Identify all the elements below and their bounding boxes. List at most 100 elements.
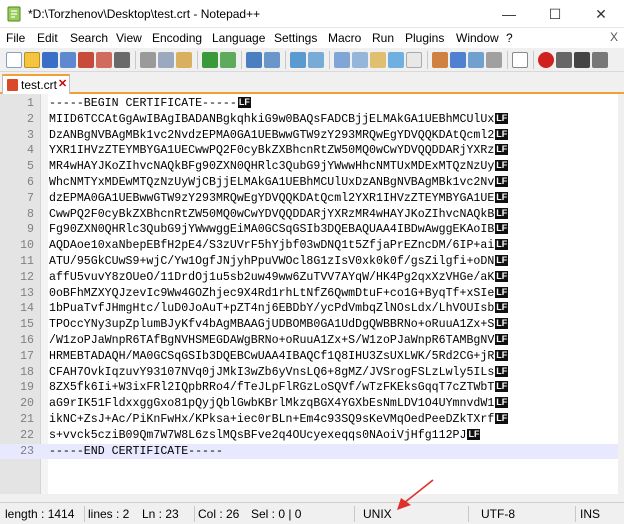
menu-macro[interactable]: Macro bbox=[328, 31, 361, 45]
run-macro-multiple-icon[interactable] bbox=[592, 52, 608, 68]
tab-close-icon[interactable]: ✕ bbox=[58, 77, 67, 90]
stop-recording-icon[interactable] bbox=[556, 52, 572, 68]
code-line[interactable]: 3 DzANBgNVBAgMBk1vc2NvdzEPMA0GA1UEBwwGTW9… bbox=[0, 128, 618, 144]
code-line[interactable]: 4 YXR1IHVzZTEYMBYGA1UECwwPQ2F0cyBkZXBhcnR… bbox=[0, 143, 618, 159]
word-wrap-icon[interactable] bbox=[370, 52, 386, 68]
line-text: aG9rIK51FldxxggGxo81pQyjQblGwbKBrlMkzqBG… bbox=[49, 397, 509, 411]
menu-encoding[interactable]: Encoding bbox=[152, 31, 202, 45]
menu-view[interactable]: View bbox=[116, 31, 142, 45]
close-button[interactable]: ✕ bbox=[578, 0, 624, 28]
line-text: MIID6TCCAtGgAwIBAgIBADANBgkqhkiG9w0BAQsF… bbox=[49, 112, 509, 126]
status-separator bbox=[84, 506, 85, 522]
close-document-x[interactable]: X bbox=[610, 30, 618, 44]
copy-icon[interactable] bbox=[158, 52, 174, 68]
line-text: YXR1IHVzZTEYMBYGA1UECwwPQ2F0cyBkZXBhcnRt… bbox=[49, 144, 509, 158]
eol-lf-marker: LF bbox=[495, 239, 509, 251]
maximize-button[interactable]: ☐ bbox=[532, 0, 578, 28]
paste-icon[interactable] bbox=[176, 52, 192, 68]
menu-edit[interactable]: Edit bbox=[37, 31, 58, 45]
code-line[interactable]: 6 WhcNMTYxMDEwMTQzNzUyWjCBjjELMAkGA1UEBhM… bbox=[0, 175, 618, 191]
find-icon[interactable] bbox=[246, 52, 262, 68]
code-line[interactable]: 9 Fg90ZXN0QHRlc3QubG9jYWwwggEiMA0GCSqGSIb… bbox=[0, 222, 618, 238]
code-line[interactable]: 7 dzEPMA0GA1UEBwwGTW9zY293MRQwEgYDVQQKDAt… bbox=[0, 191, 618, 207]
indent-guide-icon[interactable] bbox=[406, 52, 422, 68]
code-line[interactable]: 21 ikNC+ZsJ+Ac/PiKnFwHx/KPksa+iec0rBLn+Em… bbox=[0, 412, 618, 428]
code-line[interactable]: 15 TPOccYNy3upZplumBJyKfv4bAgMBAAGjUDBOMB… bbox=[0, 317, 618, 333]
code-line[interactable]: 18 CFAH7OvkIqzuvY93107NVq0jJMkI3wZb6yVnsL… bbox=[0, 365, 618, 381]
code-line[interactable]: 12 affU5vuvY8zOUeO/11DrdOj1u5sb2uw49ww6Zu… bbox=[0, 270, 618, 286]
redo-icon[interactable] bbox=[220, 52, 236, 68]
line-text: ikNC+ZsJ+Ac/PiKnFwHx/KPksa+iec0rBLn+Em4c… bbox=[49, 413, 509, 426]
line-text: -----BEGIN CERTIFICATE----- LF bbox=[49, 97, 251, 110]
close-all-icon[interactable] bbox=[96, 52, 112, 68]
close-file-icon[interactable] bbox=[78, 52, 94, 68]
code-line[interactable]: 10 AQDAoe10xaNbepEBfH2pE4/S3zUVrF5hYjbf03… bbox=[0, 238, 618, 254]
document-map-icon[interactable] bbox=[450, 52, 466, 68]
line-number: 18 bbox=[20, 365, 34, 379]
menu-window[interactable]: Window bbox=[456, 31, 499, 45]
monitoring-icon[interactable] bbox=[512, 52, 528, 68]
playback-macro-icon[interactable] bbox=[574, 52, 590, 68]
code-line[interactable]: 19 8ZX5fk6Ii+W3ixFRl2IQpbRRo4/fTeJLpFlRGz… bbox=[0, 380, 618, 396]
code-line[interactable]: 17 HRMEBTADAQH/MA0GCSqGSIb3DQEBCwUAA4IBAQ… bbox=[0, 349, 618, 365]
replace-icon[interactable] bbox=[264, 52, 280, 68]
text-editor[interactable]: 1 -----BEGIN CERTIFICATE----- LF 2 MIID6TCCA… bbox=[0, 94, 618, 494]
menu-plugins[interactable]: Plugins bbox=[405, 31, 444, 45]
folder-workspace-icon[interactable] bbox=[486, 52, 502, 68]
code-line[interactable]: 23 -----END CERTIFICATE----- bbox=[0, 443, 618, 460]
status-encoding[interactable]: UTF-8 bbox=[481, 507, 515, 521]
status-separator bbox=[194, 506, 195, 522]
code-line[interactable]: 13 0oBFhMZXYQJzevIc9Ww4GOZhjec9X4Rd1rhLtN… bbox=[0, 286, 618, 302]
tab-test-crt[interactable]: test.crt ✕ bbox=[2, 74, 70, 94]
code-line[interactable]: 20 aG9rIK51FldxxggGxo81pQyjQblGwbKBrlMkzq… bbox=[0, 396, 618, 412]
new-file-icon[interactable] bbox=[6, 52, 22, 68]
zoom-in-icon[interactable] bbox=[290, 52, 306, 68]
title-bar: *D:\Torzhenov\Desktop\test.crt - Notepad… bbox=[0, 0, 624, 28]
line-number: 12 bbox=[20, 270, 34, 284]
code-line[interactable]: 8 CwwPQ2F0cyBkZXBhcnRtZW50MQ0wCwYDVQQDDAR… bbox=[0, 207, 618, 223]
eol-lf-marker: LF bbox=[467, 428, 481, 440]
code-line[interactable]: 16/W1zoPJaWnpR6TAfBgNVHSMEGDAWgBRNo+oRuu… bbox=[0, 333, 618, 349]
eol-lf-marker: LF bbox=[237, 97, 251, 108]
code-line[interactable]: 22 s+vvck5cziB09Qm7W7W8L6zslMQsBFve2q4OUc… bbox=[0, 428, 618, 444]
line-number: 7 bbox=[27, 191, 34, 205]
menu-run[interactable]: Run bbox=[372, 31, 394, 45]
code-line[interactable]: 1 -----BEGIN CERTIFICATE----- LF bbox=[0, 96, 618, 112]
menu-search[interactable]: Search bbox=[70, 31, 108, 45]
line-number: 14 bbox=[20, 302, 34, 316]
window-title: *D:\Torzhenov\Desktop\test.crt - Notepad… bbox=[28, 7, 261, 21]
code-line[interactable]: 2 MIID6TCCAtGgAwIBAgIBADANBgkqhkiG9w0BAQs… bbox=[0, 112, 618, 128]
code-line[interactable]: 11 ATU/95GkCUwS9+wjC/Yw1OgfJNjyhPpuVWOcl8… bbox=[0, 254, 618, 270]
line-text: -----END CERTIFICATE----- bbox=[49, 444, 223, 458]
sync-horizontal-icon[interactable] bbox=[352, 52, 368, 68]
status-insert-mode[interactable]: INS bbox=[580, 507, 600, 521]
line-text: HRMEBTADAQH/MA0GCSqGSIb3DQEBCwUAA4IBAQCf… bbox=[49, 349, 509, 363]
open-file-icon[interactable] bbox=[24, 52, 40, 68]
show-all-characters-icon[interactable] bbox=[388, 52, 404, 68]
line-text: /W1zoPJaWnpR6TAfBgNVHSMEGDAWgBRNo+oRuuA1… bbox=[49, 334, 509, 347]
code-line[interactable]: 5 MR4wHAYJKoZIhvcNAQkBFg90ZXN0QHRlc3QubG9… bbox=[0, 159, 618, 175]
menu-file[interactable]: File bbox=[6, 31, 25, 45]
eol-lf-marker: LF bbox=[495, 270, 509, 282]
undo-icon[interactable] bbox=[202, 52, 218, 68]
line-text: affU5vuvY8zOUeO/11DrdOj1u5sb2uw49ww6ZuTV… bbox=[49, 270, 509, 284]
save-all-icon[interactable] bbox=[60, 52, 76, 68]
status-eol-format[interactable]: UNIX bbox=[363, 507, 392, 521]
cut-icon[interactable] bbox=[140, 52, 156, 68]
code-line[interactable]: 14 1bPuaTvfJHmgHtc/luD0JoAuT+pZT4nj6EBDbY… bbox=[0, 301, 618, 317]
line-text: ATU/95GkCUwS9+wjC/Yw1OgfJNjyhPpuVWOcl8G1… bbox=[49, 255, 509, 268]
function-list-icon[interactable] bbox=[468, 52, 484, 68]
language-icon[interactable] bbox=[432, 52, 448, 68]
menu-settings[interactable]: Settings bbox=[274, 31, 317, 45]
menu-help[interactable]: ? bbox=[506, 31, 513, 45]
zoom-out-icon[interactable] bbox=[308, 52, 324, 68]
eol-lf-marker: LF bbox=[495, 334, 509, 345]
minimize-button[interactable]: — bbox=[486, 0, 532, 28]
record-macro-icon[interactable] bbox=[538, 52, 554, 68]
vertical-scrollbar[interactable] bbox=[618, 94, 624, 494]
toolbar-separator bbox=[507, 51, 508, 69]
sync-vertical-icon[interactable] bbox=[334, 52, 350, 68]
menu-language[interactable]: Language bbox=[212, 31, 265, 45]
save-icon[interactable] bbox=[42, 52, 58, 68]
print-icon[interactable] bbox=[114, 52, 130, 68]
